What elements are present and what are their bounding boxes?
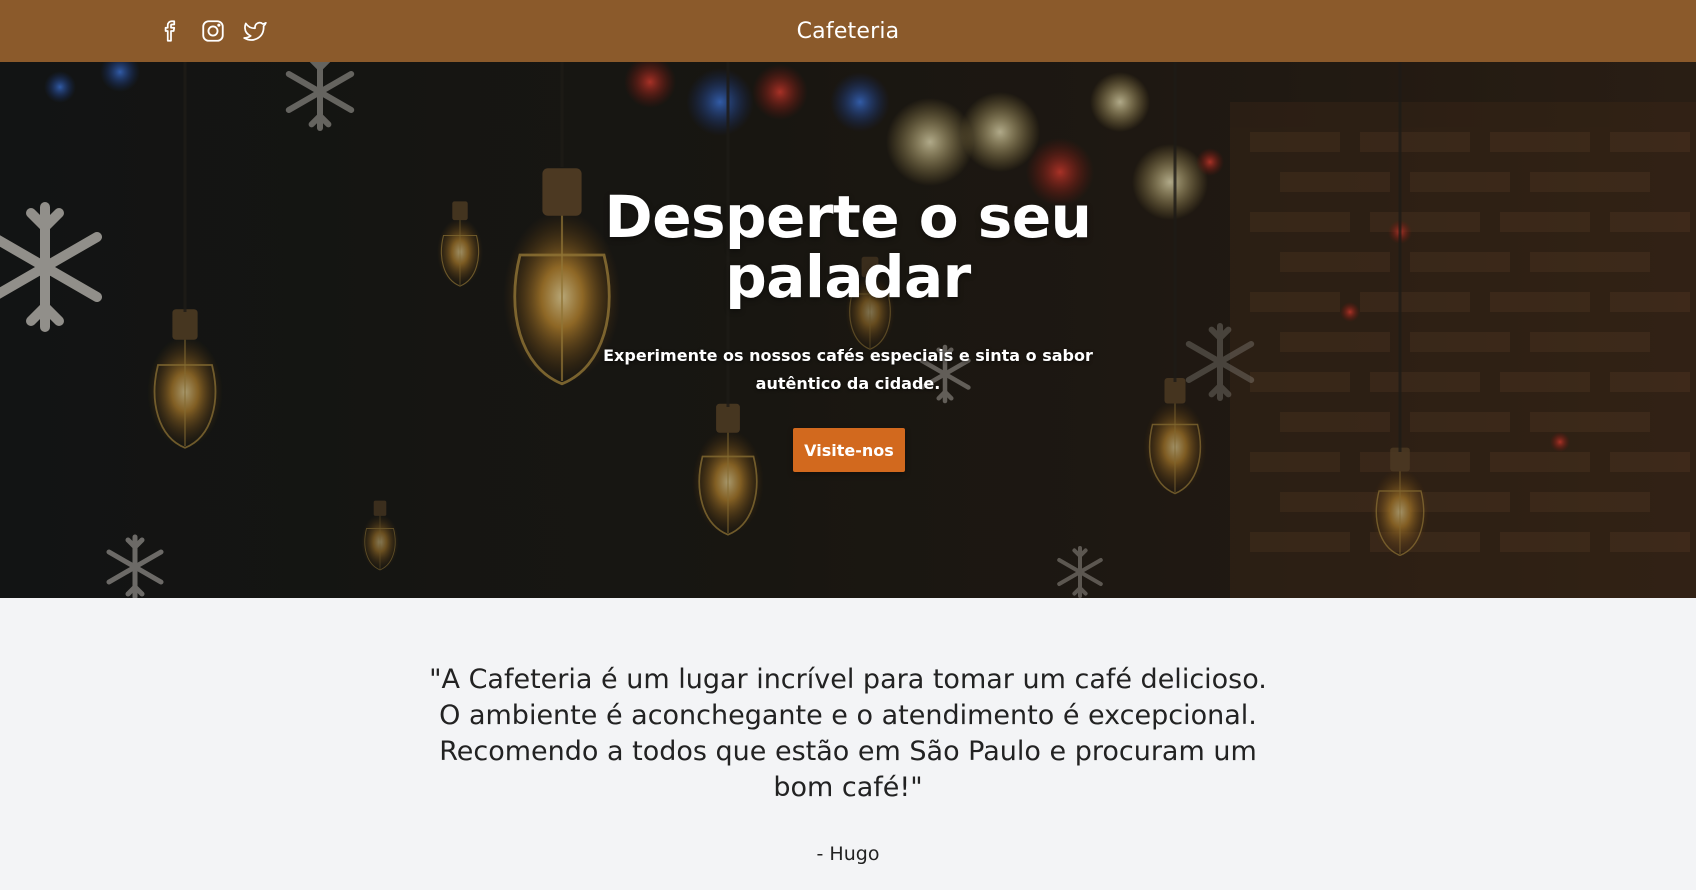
visit-us-button[interactable]: Visite-nos <box>793 428 905 472</box>
testimonial-quote: "A Cafeteria é um lugar incrível para to… <box>429 664 1267 803</box>
hero-title: Desperte o seu paladar <box>604 183 1092 311</box>
brand-title: Cafeteria <box>796 19 900 44</box>
hero-overlay <box>0 62 1696 598</box>
testimonial-author: - Hugo <box>816 843 880 865</box>
testimonial-section: "A Cafeteria é um lugar incrível para to… <box>0 598 1696 890</box>
hero-section: Desperte o seu paladar Experimente os no… <box>0 62 1696 598</box>
hero-subtitle: Experimente os nossos cafés especiais e … <box>603 346 1093 393</box>
site-header: Cafeteria <box>0 0 1696 62</box>
